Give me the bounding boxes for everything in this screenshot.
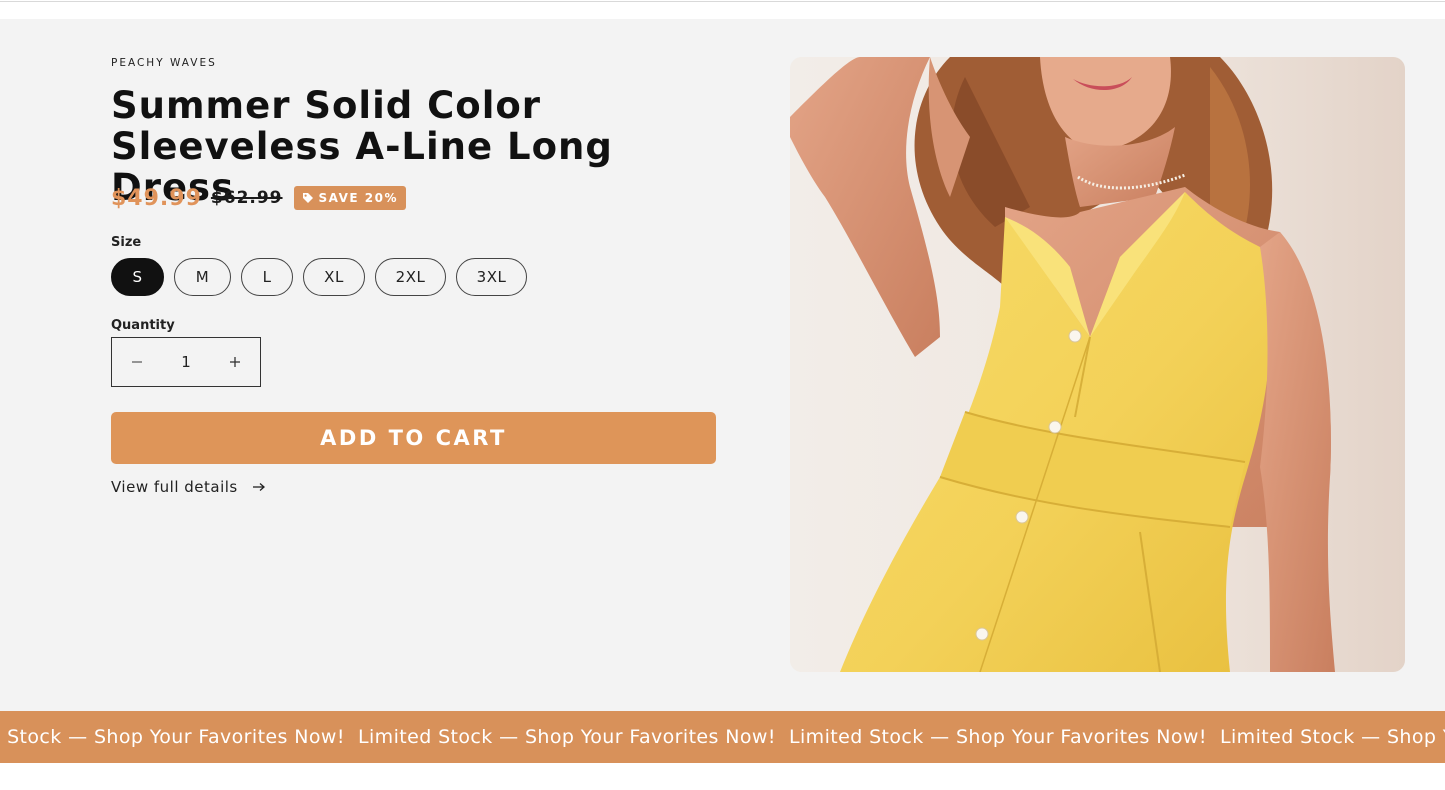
- quantity-input[interactable]: 1: [162, 353, 210, 371]
- add-to-cart-button[interactable]: ADD TO CART: [111, 412, 716, 464]
- product-section: PEACHY WAVES Summer Solid Color Sleevele…: [0, 19, 1445, 711]
- price-row: $49.99 $62.99 SAVE 20%: [111, 185, 407, 211]
- product-image[interactable]: [790, 57, 1405, 672]
- save-badge-label: SAVE 20%: [318, 191, 399, 205]
- quantity-decrease-button[interactable]: [112, 338, 162, 386]
- quantity-increase-button[interactable]: [210, 338, 260, 386]
- size-option-3xl[interactable]: 3XL: [456, 258, 527, 296]
- view-full-details-link[interactable]: View full details: [111, 478, 266, 496]
- size-option-2xl[interactable]: 2XL: [375, 258, 446, 296]
- announcement-marquee: Limited Stock — Shop Your Favorites Now!…: [0, 711, 1445, 763]
- size-option-s[interactable]: S: [111, 258, 164, 296]
- plus-icon: [230, 357, 240, 367]
- marquee-item: Limited Stock — Shop Your Favorites Now!: [0, 726, 345, 748]
- marquee-item: Limited Stock — Shop Your Favorites Now!: [1220, 726, 1445, 748]
- sale-price: $49.99: [111, 185, 202, 211]
- size-selector: S M L XL 2XL 3XL: [111, 258, 537, 296]
- size-label: Size: [111, 235, 142, 250]
- quantity-stepper: 1: [111, 337, 261, 387]
- quantity-label: Quantity: [111, 318, 175, 333]
- arrow-right-icon: [252, 483, 265, 491]
- save-badge: SAVE 20%: [293, 186, 407, 210]
- compare-at-price: $62.99: [210, 188, 283, 208]
- marquee-item: Limited Stock — Shop Your Favorites Now!: [789, 726, 1207, 748]
- product-vendor: PEACHY WAVES: [111, 57, 217, 69]
- size-option-l[interactable]: L: [241, 258, 293, 296]
- tag-icon: [302, 193, 313, 203]
- marquee-item: Limited Stock — Shop Your Favorites Now!: [358, 726, 776, 748]
- header-divider: [0, 0, 1445, 2]
- product-photo: [790, 57, 1405, 672]
- view-full-details-label: View full details: [111, 478, 238, 496]
- marquee-track: Limited Stock — Shop Your Favorites Now!…: [0, 711, 1445, 763]
- size-option-m[interactable]: M: [174, 258, 231, 296]
- size-option-xl[interactable]: XL: [303, 258, 365, 296]
- minus-icon: [132, 361, 142, 363]
